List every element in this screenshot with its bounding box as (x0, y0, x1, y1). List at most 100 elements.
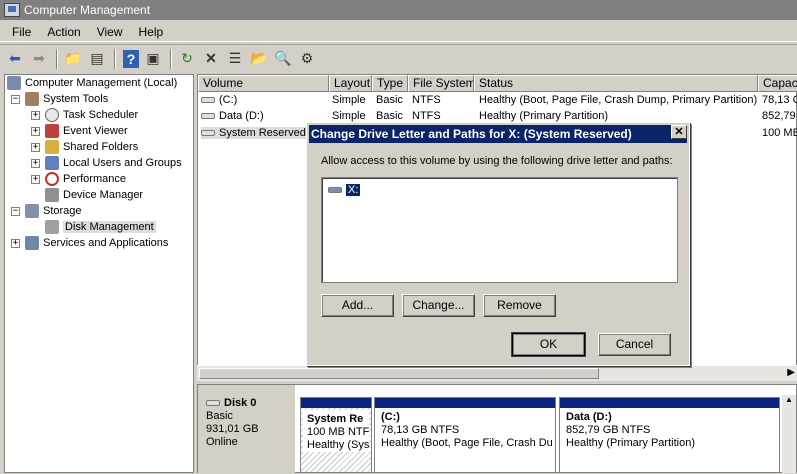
tree-item-local-users[interactable]: + Local Users and Groups (31, 155, 182, 171)
disk-type: Basic (206, 410, 233, 422)
column-capacity[interactable]: Capaci (758, 75, 797, 92)
type-cell: Basic (376, 94, 403, 106)
up-folder-icon[interactable]: 📁 (62, 48, 84, 70)
partition-bar (375, 398, 555, 408)
column-volume[interactable]: Volume (198, 75, 329, 92)
status-cell: Healthy (Primary Partition) (479, 110, 608, 122)
drive-icon (201, 130, 215, 137)
settings-icon[interactable]: ⚙ (296, 48, 318, 70)
ok-button[interactable]: OK (511, 332, 586, 357)
storage-icon (25, 204, 39, 218)
close-icon[interactable]: ✕ (671, 125, 687, 139)
cancel-button[interactable]: Cancel (598, 333, 671, 356)
expand-icon[interactable]: + (31, 174, 40, 184)
partition-system-reserved[interactable]: System Re 100 MB NTF: Healthy (Sys (300, 397, 372, 473)
event-log-icon (45, 124, 59, 138)
disk-map: Disk 0 Basic 931,01 GB Online System Re 1… (197, 384, 797, 474)
show-hide-tree-icon[interactable]: ▤ (86, 48, 108, 70)
collapse-icon[interactable]: − (11, 206, 20, 216)
volume-name: System Reserved ( (219, 127, 313, 139)
scrollbar-thumb[interactable] (199, 368, 599, 379)
tree-item-event-viewer[interactable]: + Event Viewer (31, 123, 128, 139)
tree-item-disk-management[interactable]: Disk Management (45, 219, 156, 235)
toolbar-separator (170, 48, 172, 69)
menu-view[interactable]: View (89, 25, 131, 39)
services-icon (25, 236, 39, 250)
drive-icon (201, 97, 215, 104)
change-button[interactable]: Change... (402, 294, 475, 317)
drive-path-list[interactable]: X: (321, 177, 678, 283)
properties-icon[interactable]: ☰ (224, 48, 246, 70)
back-arrow-icon[interactable]: ⬅ (4, 48, 26, 70)
add-button[interactable]: Add... (321, 294, 394, 317)
partition-c[interactable]: (C:) 78,13 GB NTFS Healthy (Boot, Page Fil… (374, 397, 556, 473)
scroll-right-icon[interactable]: ▶ (787, 367, 795, 378)
computer-icon (7, 76, 21, 90)
toolbar: ⬅ ➡ 📁 ▤ ? ▣ ↻ ✕ ☰ 📂 🔍 ⚙ (0, 44, 797, 72)
collapse-icon[interactable]: − (11, 94, 20, 104)
table-row[interactable]: (C:) Simple Basic NTFS Healthy (Boot, Pa… (198, 93, 797, 109)
disk-name: Disk 0 (224, 397, 257, 409)
remove-button[interactable]: Remove (483, 294, 556, 317)
console-icon[interactable]: ▣ (142, 48, 164, 70)
toolbar-separator (114, 48, 116, 69)
column-file-system[interactable]: File System (408, 75, 474, 92)
tree-label: Device Manager (63, 189, 144, 201)
expand-icon[interactable]: + (31, 142, 40, 152)
tools-icon (25, 92, 39, 106)
expand-icon[interactable]: + (11, 238, 20, 248)
tree-item-performance[interactable]: + Performance (31, 171, 126, 187)
tree-item-device-manager[interactable]: Device Manager (45, 187, 143, 203)
fs-cell: NTFS (412, 94, 441, 106)
refresh-icon[interactable]: ↻ (176, 48, 198, 70)
tree-label: Local Users and Groups (63, 157, 182, 169)
menu-action[interactable]: Action (39, 25, 88, 39)
search-icon[interactable]: 🔍 (272, 48, 294, 70)
column-layout[interactable]: Layout (329, 75, 372, 92)
partition-size: 100 MB NTF: (307, 426, 369, 438)
partition-status: Healthy (Primary Partition) (566, 437, 695, 449)
capacity-cell: 852,79 (762, 110, 796, 122)
type-cell: Basic (376, 110, 403, 122)
forward-arrow-icon[interactable]: ➡ (28, 48, 50, 70)
drive-icon (328, 186, 342, 193)
window-title: Computer Management (24, 3, 151, 17)
partition-status: Healthy (Boot, Page File, Crash Du (381, 437, 553, 449)
partition-d[interactable]: Data (D:) 852,79 GB NTFS Healthy (Primary … (559, 397, 780, 473)
disk-management-icon (45, 220, 59, 234)
menu-file[interactable]: File (4, 25, 39, 39)
horizontal-scrollbar[interactable]: ▶ (197, 365, 797, 381)
tree-item-shared-folders[interactable]: + Shared Folders (31, 139, 138, 155)
tree-item-root[interactable]: Computer Management (Local) (7, 75, 177, 91)
change-drive-letter-dialog: Change Drive Letter and Paths for X: (Sy… (306, 122, 690, 366)
tree-item-system-tools[interactable]: − System Tools (11, 91, 108, 107)
tree-label: Performance (63, 173, 126, 185)
open-folder-icon[interactable]: 📂 (248, 48, 270, 70)
dialog-description: Allow access to this volume by using the… (321, 155, 673, 167)
menu-bar: File Action View Help (0, 22, 797, 42)
path-label: X: (346, 183, 361, 196)
disk-icon (206, 400, 220, 407)
scroll-up-icon[interactable]: ▲ (782, 395, 796, 404)
menu-help[interactable]: Help (131, 25, 172, 39)
partition-name: System Re (307, 413, 364, 425)
disk-size: 931,01 GB (206, 423, 259, 435)
disk-info[interactable]: Disk 0 Basic 931,01 GB Online (198, 385, 295, 474)
tree-label: Storage (43, 205, 82, 217)
delete-icon[interactable]: ✕ (200, 48, 222, 70)
expand-icon[interactable]: + (31, 158, 40, 168)
expand-icon[interactable]: + (31, 126, 40, 136)
tree-item-services[interactable]: + Services and Applications (11, 235, 168, 251)
help-icon[interactable]: ? (123, 49, 139, 68)
column-status[interactable]: Status (474, 75, 758, 92)
window-title-bar: Computer Management (0, 0, 797, 20)
vertical-scrollbar[interactable]: ▲ (782, 395, 796, 473)
clock-icon (45, 108, 59, 122)
partition-name: Data (D:) (566, 411, 612, 423)
list-item[interactable]: X: (328, 182, 361, 197)
tree-item-task-scheduler[interactable]: + Task Scheduler (31, 107, 138, 123)
expand-icon[interactable]: + (31, 110, 40, 120)
tree-item-storage[interactable]: − Storage (11, 203, 82, 219)
column-type[interactable]: Type (372, 75, 408, 92)
shared-folder-icon (45, 140, 59, 154)
